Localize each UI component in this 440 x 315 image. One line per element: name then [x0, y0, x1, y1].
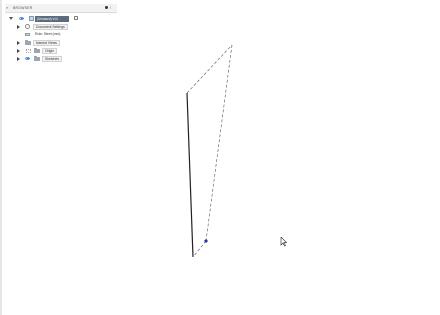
mouse-pointer-icon	[280, 237, 288, 247]
sketch-point[interactable]	[204, 239, 208, 243]
sketch-line-dashed-right[interactable]	[205, 44, 233, 242]
sketch-line-dashed-top[interactable]	[186, 44, 233, 94]
sketch-line-solid[interactable]	[186, 92, 194, 258]
design-canvas[interactable]	[0, 0, 440, 315]
sketch-line-dashed-bottom[interactable]	[192, 240, 207, 258]
